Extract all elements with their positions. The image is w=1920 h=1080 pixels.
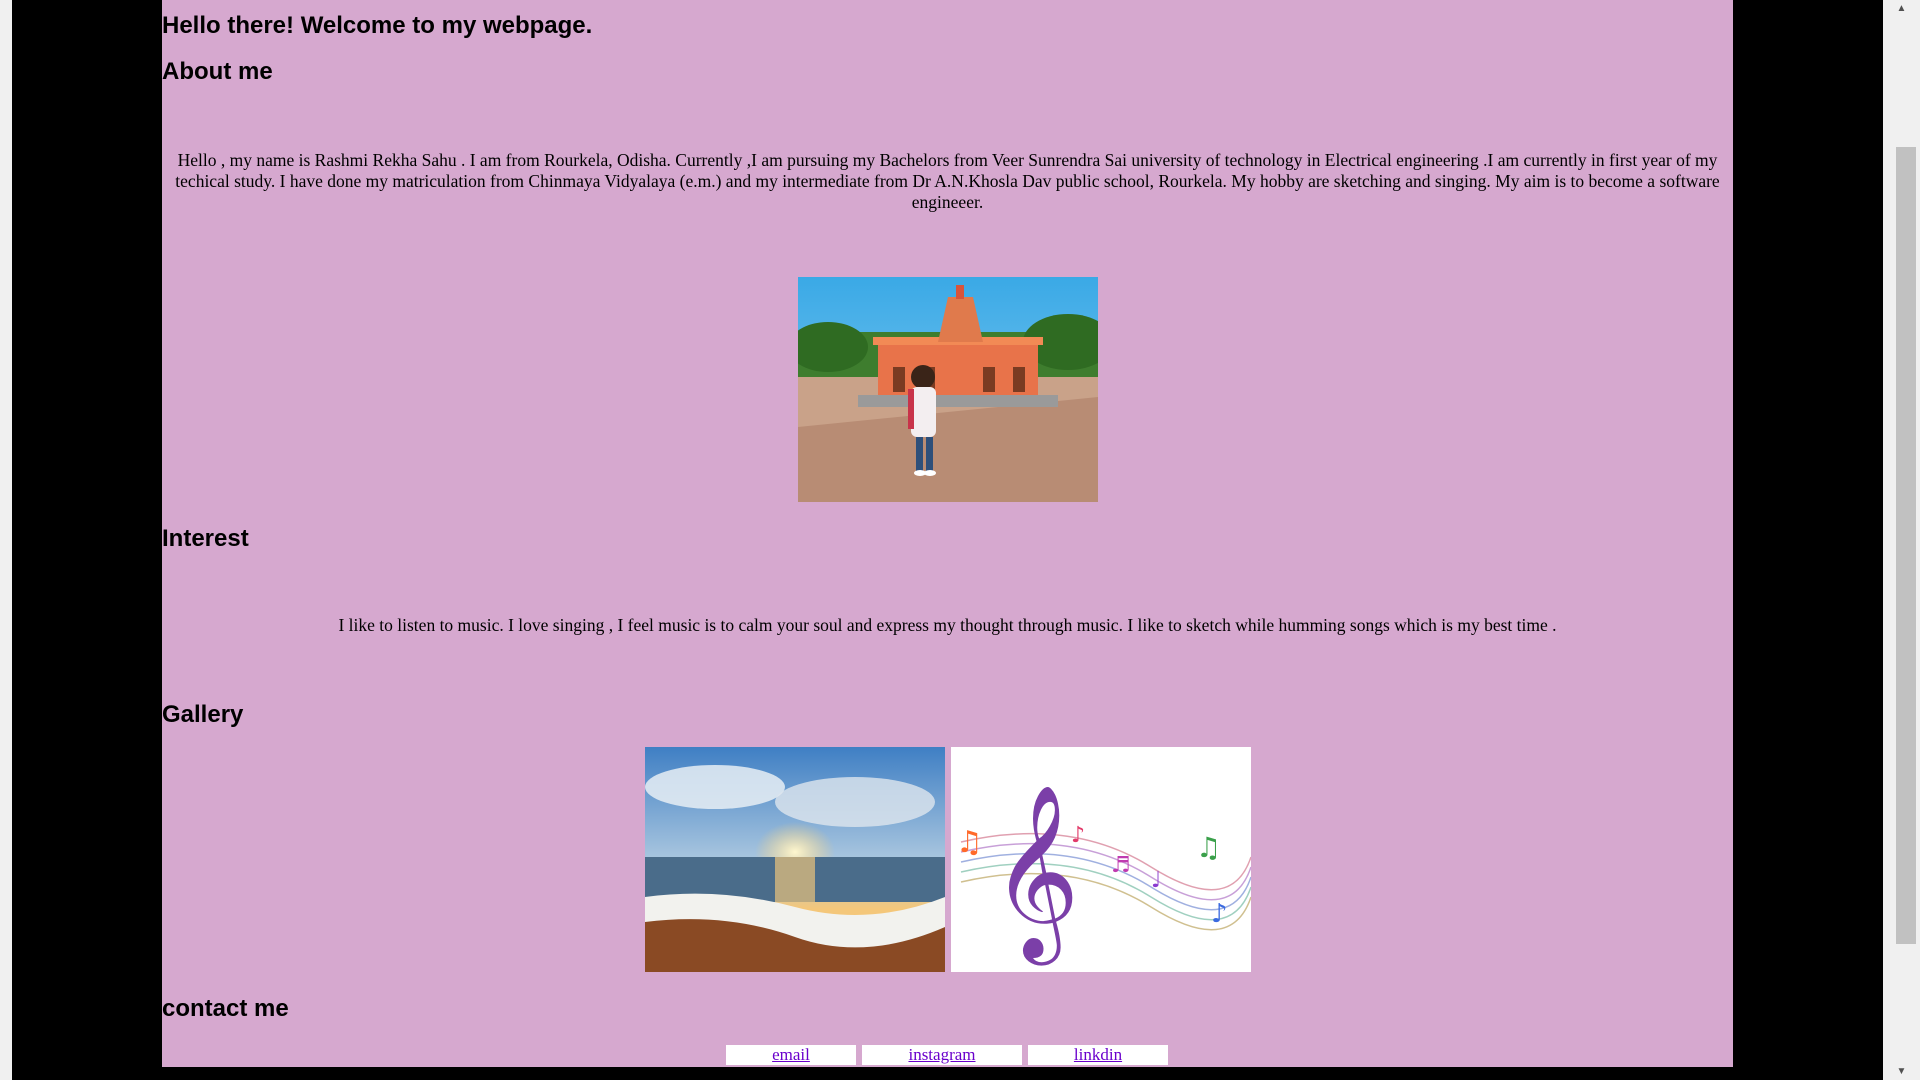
scrollbar-thumb[interactable] [1896,147,1916,944]
gallery-music-photo: 𝄞 ♫ ♪ ♬ ♩ ♫ ♪ [951,747,1251,972]
webpage-content: Hello there! Welcome to my webpage. Abou… [162,0,1733,1067]
svg-text:♬: ♬ [1111,853,1131,878]
gallery-beach-photo [645,747,945,972]
vertical-scrollbar[interactable]: ▲ ▼ [1883,0,1920,1080]
about-heading: About me [162,58,273,85]
linkdin-link[interactable]: linkdin [1028,1045,1168,1065]
interest-heading: Interest [162,525,249,552]
browser-viewport: Hello there! Welcome to my webpage. Abou… [0,0,1920,1080]
contact-links: email instagram linkdin [726,1045,1168,1065]
instagram-link[interactable]: instagram [862,1045,1022,1065]
svg-text:𝄞: 𝄞 [991,784,1080,966]
window-edge [0,0,12,1080]
scroll-down-arrow-icon[interactable]: ▼ [1883,1063,1920,1080]
svg-text:♫: ♫ [1196,831,1221,864]
svg-text:♫: ♫ [956,825,983,860]
gallery-heading: Gallery [162,701,244,728]
scroll-up-arrow-icon[interactable]: ▲ [1883,0,1920,17]
contact-heading: contact me [162,995,289,1022]
interest-paragraph: I like to listen to music. I love singin… [338,615,1557,635]
svg-text:♪: ♪ [1211,899,1228,929]
email-link[interactable]: email [726,1045,856,1065]
svg-text:♩: ♩ [1151,868,1161,893]
svg-text:♪: ♪ [1071,823,1085,848]
about-paragraph: Hello , my name is Rashmi Rekha Sahu . I… [175,150,1720,212]
profile-photo [798,277,1098,502]
page-title: Hello there! Welcome to my webpage. [162,12,593,39]
